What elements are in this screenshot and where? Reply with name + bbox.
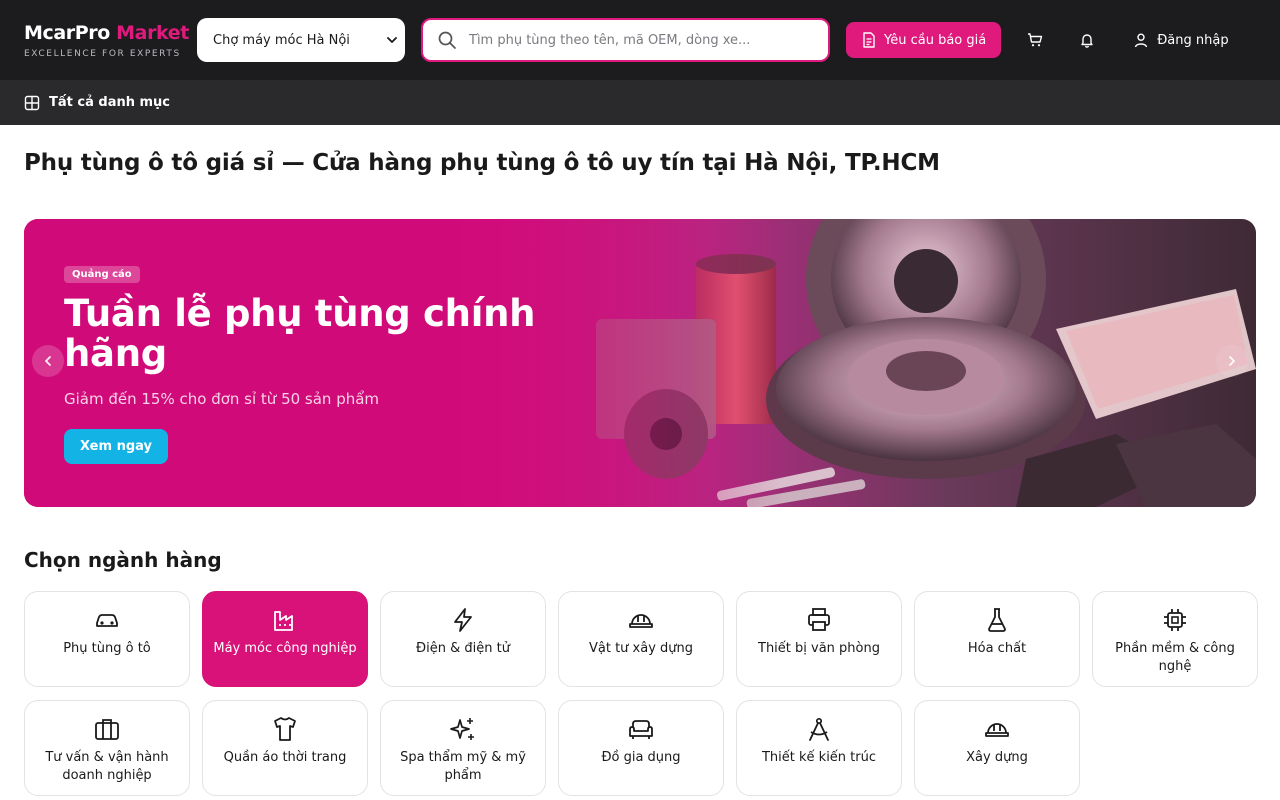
search-input[interactable]: Tìm phụ tùng theo tên, mã OEM, dòng xe..… [421, 18, 830, 62]
all-categories-label: Tất cả danh mục [49, 95, 171, 110]
bell-icon [1081, 34, 1093, 48]
industry-construction-materials[interactable]: Vật tư xây dựng [558, 591, 724, 687]
industry-label: Máy móc công nghiệp [213, 641, 357, 656]
factory-icon [271, 606, 299, 634]
industry-label: Tư vấn & vận hành doanh nghiệp [45, 750, 169, 783]
industry-household[interactable]: Đồ gia dụng [558, 700, 724, 796]
industry-electrical[interactable]: Điện & điện tử [380, 591, 546, 687]
industry-label: Điện & điện tử [416, 641, 510, 656]
logo[interactable]: McarPro Market EXCELLENCE FOR EXPERTS [24, 22, 197, 59]
search-placeholder: Tìm phụ tùng theo tên, mã OEM, dòng xe..… [469, 32, 751, 48]
hardhat-icon [983, 715, 1011, 743]
grid-icon [24, 95, 40, 110]
briefcase-icon [93, 715, 121, 743]
carousel-prev-button[interactable] [32, 345, 64, 377]
hardhat-icon [627, 606, 655, 634]
sparkles-icon [449, 715, 477, 743]
all-categories-button[interactable]: Tất cả danh mục [24, 95, 170, 111]
hero-cta-button[interactable]: Xem ngay [64, 429, 168, 464]
industry-business-consulting[interactable]: Tư vấn & vận hành doanh nghiệp [24, 700, 190, 796]
industry-fashion[interactable]: Quần áo thời trang [202, 700, 368, 796]
industry-car-parts[interactable]: Phụ tùng ô tô [24, 591, 190, 687]
carousel-next-button[interactable] [1216, 345, 1248, 377]
logo-main-text: McarPro [24, 21, 110, 44]
top-header: McarPro Market EXCELLENCE FOR EXPERTS Ch… [0, 0, 1280, 80]
chevron-left-icon [45, 356, 51, 366]
industry-label: Vật tư xây dựng [588, 641, 694, 656]
chevron-right-icon [1229, 356, 1235, 366]
industry-architecture[interactable]: Thiết kế kiến trúc [736, 700, 902, 796]
industry-construction[interactable]: Xây dựng [914, 700, 1080, 796]
industry-office-equipment[interactable]: Thiết bị văn phòng [736, 591, 902, 687]
industry-grid: Phụ tùng ô tô Máy móc công nghiệp Điện &… [24, 591, 1258, 796]
logo-accent-text: Market [116, 21, 189, 44]
request-quote-button[interactable]: Yêu cầu báo giá [846, 22, 1002, 58]
lightning-icon [449, 606, 477, 634]
flask-icon [983, 606, 1011, 634]
page-title: Phụ tùng ô tô giá sỉ — Cửa hàng phụ tùng… [24, 150, 940, 176]
category-bar: Tất cả danh mục [0, 80, 1280, 125]
industry-label: Xây dựng [966, 750, 1028, 765]
industry-label: Thiết kế kiến trúc [761, 750, 877, 765]
industry-label: Spa thẩm mỹ & mỹ phẩm [400, 750, 526, 783]
hero-banner[interactable]: Quảng cáo Tuần lễ phụ tùng chính hãng Gi… [24, 219, 1256, 507]
request-quote-label: Yêu cầu báo giá [884, 32, 987, 48]
search-icon [438, 31, 456, 49]
market-select[interactable]: Chợ máy móc Hà Nội [197, 18, 405, 62]
sofa-icon [627, 715, 655, 743]
industry-industrial-machinery[interactable]: Máy móc công nghiệp [202, 591, 368, 687]
user-icon [1135, 33, 1148, 48]
industry-label: Phụ tùng ô tô [63, 641, 151, 656]
industry-software-tech[interactable]: Phần mềm & công nghệ [1092, 591, 1258, 687]
login-label: Đăng nhập [1157, 32, 1229, 48]
notifications-button[interactable] [1069, 22, 1105, 58]
section-title: Chọn ngành hàng [24, 548, 222, 572]
compass-icon [805, 715, 833, 743]
hero-subtitle: Giảm đến 15% cho đơn sỉ từ 50 sản phẩm [64, 390, 380, 408]
logo-tagline: EXCELLENCE FOR EXPERTS [24, 48, 181, 59]
market-select-value: Chợ máy móc Hà Nội [213, 32, 350, 48]
industry-chemicals[interactable]: Hóa chất [914, 591, 1080, 687]
ad-badge: Quảng cáo [64, 266, 140, 283]
printer-icon [805, 606, 833, 634]
cart-icon [1028, 33, 1043, 47]
industry-label: Hóa chất [967, 641, 1027, 656]
industry-label: Đồ gia dụng [601, 750, 681, 765]
document-icon [863, 32, 875, 48]
hero-title: Tuần lễ phụ tùng chính hãng [64, 292, 536, 375]
industry-label: Phần mềm & công nghệ [1115, 641, 1235, 674]
shirt-icon [271, 715, 299, 743]
login-button[interactable]: Đăng nhập [1133, 32, 1229, 48]
industry-label: Quần áo thời trang [223, 750, 347, 765]
industry-label: Thiết bị văn phòng [758, 641, 880, 656]
industry-spa-cosmetics[interactable]: Spa thẩm mỹ & mỹ phẩm [380, 700, 546, 796]
hero-content: Quảng cáo Tuần lễ phụ tùng chính hãng Gi… [64, 262, 564, 464]
cart-button[interactable] [1017, 22, 1053, 58]
chip-icon [1161, 606, 1189, 634]
logo-text: McarPro Market [24, 22, 197, 44]
car-icon [93, 606, 121, 634]
chevron-down-icon [387, 37, 397, 43]
